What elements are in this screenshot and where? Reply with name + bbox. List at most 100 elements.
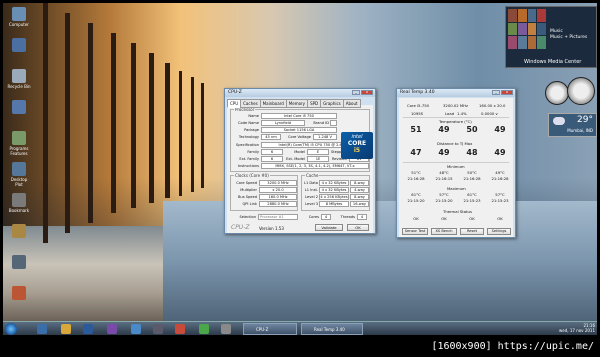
minimize-button[interactable]: _ (492, 90, 500, 95)
taskbar: CPU-Z Real Temp 3.40 21:16 wed, 17 nov 2… (3, 321, 597, 335)
media-player-icon[interactable] (83, 324, 93, 334)
wallpaper-tree (149, 53, 154, 203)
rt-value: OK (413, 216, 419, 221)
desktop-icon[interactable]: Computer (7, 7, 31, 27)
ok-button[interactable]: OK (347, 224, 369, 231)
clock-date: wed, 17 nov 2011 (559, 328, 595, 333)
threads-value: 4 (357, 214, 367, 220)
qpi-value: 2880.0 MHz (259, 201, 297, 207)
desktop-icon[interactable]: Bookmark (7, 193, 31, 213)
rt-ratio: 160.00 x 20.0 (479, 103, 506, 108)
app-icon (12, 224, 26, 238)
weather-gadget[interactable]: 29° Mumbai, IND (548, 113, 597, 137)
cpuz-title: CPU-Z (228, 90, 242, 95)
cpuz-titlebar[interactable]: CPU-Z _ x (225, 89, 375, 97)
realtemp-titlebar[interactable]: Real Temp 3.40 _ x (397, 89, 515, 97)
validate-button[interactable]: Validate (315, 224, 343, 231)
desktop-icon[interactable] (7, 224, 31, 239)
app-icon (12, 38, 26, 52)
rt-min-label: Minimum (447, 164, 465, 169)
explorer-icon[interactable] (37, 324, 47, 334)
clocks-label: Clocks (Core #0) (234, 173, 270, 178)
package-value: Socket 1156 LGA (261, 127, 337, 133)
rt-value: 21:15:20 (435, 198, 453, 203)
wallpaper-tree (131, 43, 136, 208)
busspeed-value: 160.0 MHz (259, 194, 297, 200)
rt-button-sensor-test[interactable]: Sensor Test (402, 228, 428, 235)
intel-core-i5-logo: intel CORE i5 (341, 132, 373, 159)
tab-mainboard[interactable]: Mainboard (259, 99, 287, 108)
app-icon (12, 193, 26, 207)
tab-caches[interactable]: Caches (240, 99, 261, 108)
rt-volts: 0.0000 v (481, 111, 498, 116)
divider (403, 117, 509, 118)
selection-dropdown[interactable]: Processor #1 (258, 214, 298, 220)
app-icon (12, 100, 26, 114)
desktop-icon[interactable]: Programs Features (7, 131, 31, 156)
rt-value: 49 (438, 125, 450, 134)
app-icon[interactable] (199, 324, 209, 334)
cpuz-brand-text: CPU-Z (231, 224, 250, 231)
rt-mhz: 3200.02 MHz (443, 103, 469, 108)
extfamily-value: 6 (261, 156, 283, 162)
app-icon[interactable] (153, 324, 163, 334)
l1i-value: 4 x 32 KBytes (319, 187, 349, 193)
rt-button-reset[interactable]: Reset (460, 228, 484, 235)
rt-value: 21:16:15 (435, 176, 453, 181)
cpuz-window[interactable]: CPU-Z _ x Processor Name Intel Core i5 75… (224, 88, 376, 234)
rt-value: 21:16:28 (491, 176, 509, 181)
weather-city: Mumbai, IND (567, 128, 593, 133)
wallpaper-tree (65, 13, 70, 233)
system-tray[interactable]: 21:16 wed, 17 nov 2011 (559, 323, 595, 333)
threads-label: Threads (340, 215, 355, 219)
desktop-icon[interactable] (7, 100, 31, 115)
tab-graphics[interactable]: Graphics (320, 99, 344, 108)
rt-button-xs-bench[interactable]: XS Bench (431, 228, 457, 235)
corespeed-value: 3200.0 MHz (259, 180, 297, 186)
desktop-icon[interactable] (7, 255, 31, 270)
desktop-icon[interactable] (7, 286, 31, 301)
app-icon[interactable] (221, 324, 231, 334)
l1i-label: L1 Inst. (304, 188, 318, 192)
tab-memory[interactable]: Memory (285, 99, 309, 108)
cache-group: Cache L1 Data 4 x 32 KBytes 8-way L1 Ins… (301, 173, 370, 211)
rt-value: 49°C (495, 170, 505, 175)
wallpaper-tree (191, 77, 194, 192)
taskbar-item-realtemp[interactable]: Real Temp 3.40 (301, 323, 363, 335)
rt-value: OK (469, 216, 475, 221)
weather-temp: 29° (577, 115, 593, 125)
realtemp-content: Core i5-750 3200.02 MHz 160.00 x 20.0 10… (399, 98, 513, 237)
extmodel-label: Ext. Model (286, 157, 305, 161)
rt-value: 57°C (439, 192, 449, 197)
tab-cpu[interactable]: CPU (227, 99, 242, 108)
extfamily-label: Ext. Family (239, 157, 259, 161)
media-menu-item[interactable]: Music + Pictures (550, 35, 587, 41)
desktop-icon[interactable]: Recycle Bin (7, 69, 31, 89)
technology-label: Technology (238, 135, 259, 139)
realtemp-window[interactable]: Real Temp 3.40 _ x Core i5-750 3200.02 MH… (396, 88, 516, 238)
desktop-icon[interactable] (7, 38, 31, 53)
media-center-gadget[interactable]: Music Music + Pictures Windows Media Cen… (505, 6, 597, 68)
gauge-gadget[interactable] (545, 77, 597, 107)
media-menu[interactable]: Music Music + Pictures (550, 29, 587, 41)
folder-icon[interactable] (61, 324, 71, 334)
wallpaper-tree (111, 33, 116, 213)
app-icon[interactable] (131, 324, 141, 334)
rt-button-settings[interactable]: Settings (487, 228, 511, 235)
start-button[interactable] (5, 323, 17, 335)
minimize-button[interactable]: _ (352, 90, 360, 95)
tab-about[interactable]: About (342, 99, 361, 108)
close-button[interactable]: x (501, 90, 513, 95)
close-button[interactable]: x (361, 90, 373, 95)
desktop-icon-label: Programs Features (9, 146, 29, 156)
rt-cpu: Core i5-750 (407, 103, 430, 108)
browser-icon[interactable] (175, 324, 185, 334)
media-icon[interactable] (107, 324, 117, 334)
taskbar-item-cpuz[interactable]: CPU-Z (243, 323, 297, 335)
cores-label: Cores (308, 215, 319, 219)
tab-spd[interactable]: SPD (307, 99, 322, 108)
rt-value: 21:16:28 (407, 176, 425, 181)
l1d-label: L1 Data (303, 181, 318, 185)
desktop-icon[interactable]: Desktop Plot (7, 162, 31, 187)
qpi-label: QPI Link (242, 202, 257, 206)
